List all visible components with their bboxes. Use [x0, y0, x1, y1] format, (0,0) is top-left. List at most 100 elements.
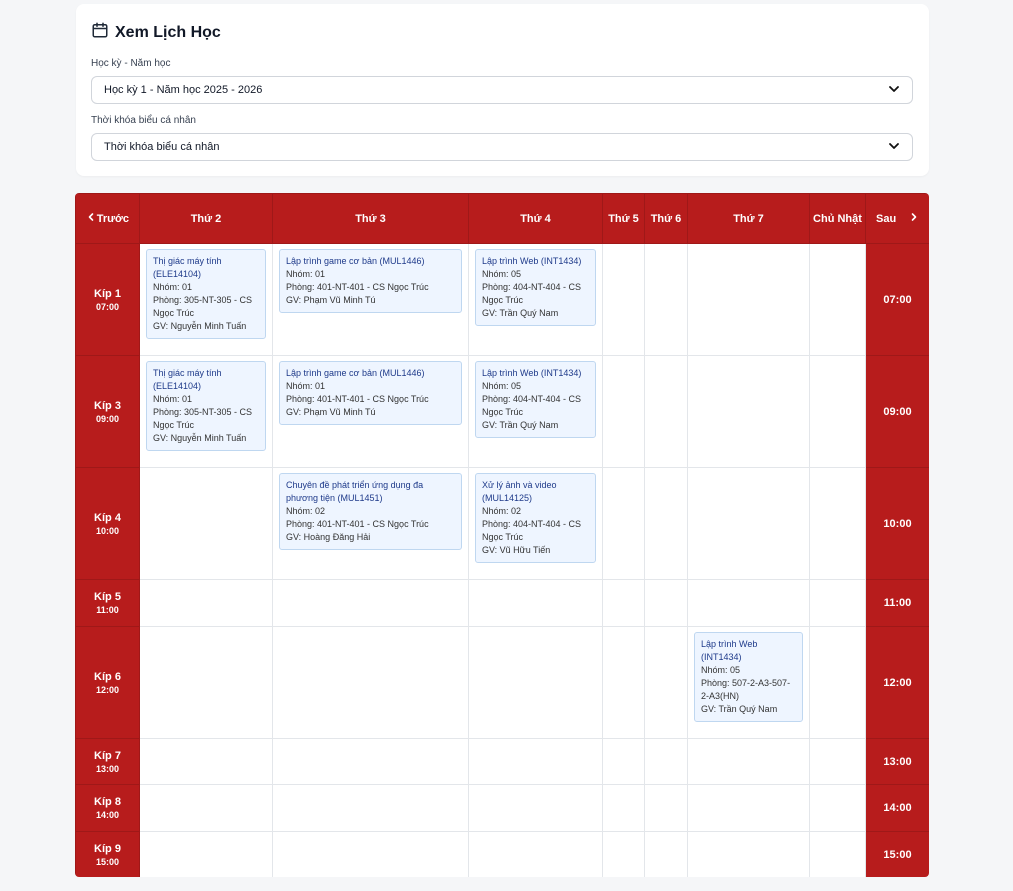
course-card[interactable]: Thị giác máy tính (ELE14104) Nhóm: 01 Phòn…: [146, 361, 266, 451]
timetable-cell: [644, 243, 688, 356]
course-teacher: GV: Trần Quý Nam: [482, 308, 559, 318]
course-name: Chuyên đề phát triển ứng dụng đa phương …: [286, 480, 424, 503]
course-card[interactable]: Lập trình Web (INT1434) Nhóm: 05 Phòng: 40…: [475, 249, 596, 326]
timetable-row: Kíp 9 15:00 15:00: [75, 831, 929, 877]
course-room: Phòng: 404-NT-404 - CS Ngọc Trúc: [482, 519, 582, 542]
timetable-cell: Xử lý ảnh và video (MUL14125) Nhóm: 02 Phò…: [468, 467, 603, 580]
schedule-type-select[interactable]: Thời khóa biểu cá nhân: [91, 133, 913, 161]
timetable-row: Kíp 3 09:00 Thị giác máy tính (ELE14104) Nh…: [75, 355, 929, 468]
schedule-type-select-value: Thời khóa biểu cá nhân: [104, 141, 220, 153]
timetable-cell: [809, 467, 866, 580]
slot-time: 13:00: [865, 738, 929, 785]
timetable-cell: [139, 626, 273, 739]
timetable-cell: [602, 784, 645, 832]
timetable-row: Kíp 7 13:00 13:00: [75, 738, 929, 785]
day-header-chu-nhat: Chủ Nhật: [809, 193, 866, 244]
course-room: Phòng: 404-NT-404 - CS Ngọc Trúc: [482, 394, 582, 417]
semester-label: Học kỳ - Năm học: [91, 58, 171, 69]
slot-start-time: 13:00: [95, 763, 120, 774]
timetable-cell: [809, 243, 866, 356]
timetable-cell: [139, 738, 273, 785]
course-card[interactable]: Lập trình game cơ bản (MUL1446) Nhóm: 01 P…: [279, 361, 462, 425]
course-card[interactable]: Lập trình Web (INT1434) Nhóm: 05 Phòng: 40…: [475, 361, 596, 438]
timetable-cell: [602, 626, 645, 739]
course-room: Phòng: 305-NT-305 - CS Ngọc Trúc: [153, 295, 253, 318]
timetable-cell: [687, 355, 810, 468]
course-card[interactable]: Lập trình Web (INT1434) Nhóm: 05 Phòng: 50…: [694, 632, 803, 722]
course-room: Phòng: 305-NT-305 - CS Ngọc Trúc: [153, 407, 253, 430]
timetable-cell: [139, 784, 273, 832]
day-header-thu-5: Thứ 5: [602, 193, 645, 244]
course-name: Lập trình Web (INT1434): [482, 256, 582, 266]
timetable-cell: [468, 831, 603, 877]
course-group: Nhóm: 02: [482, 506, 522, 516]
course-card[interactable]: Thị giác máy tính (ELE14104) Nhóm: 01 Phòn…: [146, 249, 266, 339]
timetable-row: Kíp 6 12:00 Lập trình Web (INT1434) Nhóm: 0…: [75, 626, 929, 739]
timetable-cell: Chuyên đề phát triển ứng dụng đa phương …: [272, 467, 469, 580]
course-room: Phòng: 401-NT-401 - CS Ngọc Trúc: [286, 282, 429, 292]
slot-label: Kíp 8 14:00: [75, 784, 140, 832]
timetable-cell: [602, 738, 645, 785]
chevron-right-icon: [909, 212, 919, 226]
course-name: Lập trình game cơ bản (MUL1446): [286, 256, 425, 266]
slot-label: Kíp 3 09:00: [75, 355, 140, 468]
course-teacher: GV: Trần Quý Nam: [701, 704, 778, 714]
course-name: Lập trình Web (INT1434): [701, 639, 758, 662]
course-name: Xử lý ảnh và video (MUL14125): [482, 480, 557, 503]
course-name: Thị giác máy tính (ELE14104): [153, 368, 222, 391]
prev-week-button[interactable]: Trước: [75, 193, 140, 244]
page-title: Xem Lịch Học: [91, 21, 221, 44]
slot-label: Kíp 9 15:00: [75, 831, 140, 877]
timetable-grid: Trước Thứ 2 Thứ 3 Thứ 4 Thứ 5 Thứ 6 Thứ …: [75, 193, 929, 877]
slot-start-time: 09:00: [95, 413, 120, 424]
timetable-cell: [809, 784, 866, 832]
semester-select[interactable]: Học kỳ 1 - Năm học 2025 - 2026: [91, 76, 913, 104]
timetable-cell: [468, 579, 603, 627]
timetable-cell: Lập trình Web (INT1434) Nhóm: 05 Phòng: 50…: [687, 626, 810, 739]
slot-start-time: 14:00: [95, 810, 120, 820]
timetable: Trước Thứ 2 Thứ 3 Thứ 4 Thứ 5 Thứ 6 Thứ …: [75, 193, 929, 877]
course-group: Nhóm: 02: [286, 506, 326, 516]
course-card[interactable]: Chuyên đề phát triển ứng dụng đa phương …: [279, 473, 462, 550]
slot-label: Kíp 5 11:00: [75, 579, 140, 627]
timetable-cell: [687, 738, 810, 785]
course-teacher: GV: Nguyễn Minh Tuấn: [153, 433, 247, 443]
slot-name: Kíp 5: [94, 591, 121, 603]
slot-time: 11:00: [865, 579, 929, 627]
prev-week-label: Trước: [96, 212, 129, 225]
course-card[interactable]: Xử lý ảnh và video (MUL14125) Nhóm: 02 Phò…: [475, 473, 596, 563]
course-group: Nhóm: 01: [153, 394, 193, 404]
slot-name: Kíp 6: [94, 670, 121, 683]
calendar-icon: [91, 21, 109, 44]
course-card[interactable]: Lập trình game cơ bản (MUL1446) Nhóm: 01 P…: [279, 249, 462, 313]
slot-name: Kíp 7: [94, 749, 121, 762]
timetable-row: Kíp 4 10:00 Chuyên đề phát triển ứng dụng …: [75, 467, 929, 580]
next-week-button[interactable]: Sau: [865, 193, 929, 244]
timetable-cell: [602, 355, 645, 468]
course-group: Nhóm: 05: [701, 665, 741, 675]
timetable-cell: [139, 831, 273, 877]
slot-start-time: 15:00: [95, 856, 120, 867]
course-teacher: GV: Phạm Vũ Minh Tú: [286, 407, 376, 417]
filter-card: Xem Lịch Học Học kỳ - Năm học Học kỳ 1 -…: [76, 4, 929, 176]
slot-name: Kíp 1: [94, 287, 121, 300]
timetable-cell: [602, 831, 645, 877]
timetable-cell: [272, 579, 469, 627]
course-teacher: GV: Phạm Vũ Minh Tú: [286, 295, 376, 305]
timetable-cell: [468, 784, 603, 832]
course-teacher: GV: Nguyễn Minh Tuấn: [153, 321, 247, 331]
course-room: Phòng: 401-NT-401 - CS Ngọc Trúc: [286, 394, 429, 404]
day-header-thu-4: Thứ 4: [468, 193, 603, 244]
timetable-cell: Thị giác máy tính (ELE14104) Nhóm: 01 Phòn…: [139, 243, 273, 356]
course-group: Nhóm: 01: [286, 381, 326, 391]
timetable-cell: [602, 243, 645, 356]
slot-name: Kíp 4: [94, 511, 121, 524]
course-room: Phòng: 404-NT-404 - CS Ngọc Trúc: [482, 282, 582, 305]
timetable-cell: [687, 831, 810, 877]
course-teacher: GV: Hoàng Đăng Hải: [286, 532, 371, 542]
timetable-cell: [809, 738, 866, 785]
course-group: Nhóm: 05: [482, 269, 522, 279]
chevron-down-icon: [888, 140, 900, 155]
timetable-cell: [644, 467, 688, 580]
slot-start-time: 07:00: [95, 301, 120, 312]
